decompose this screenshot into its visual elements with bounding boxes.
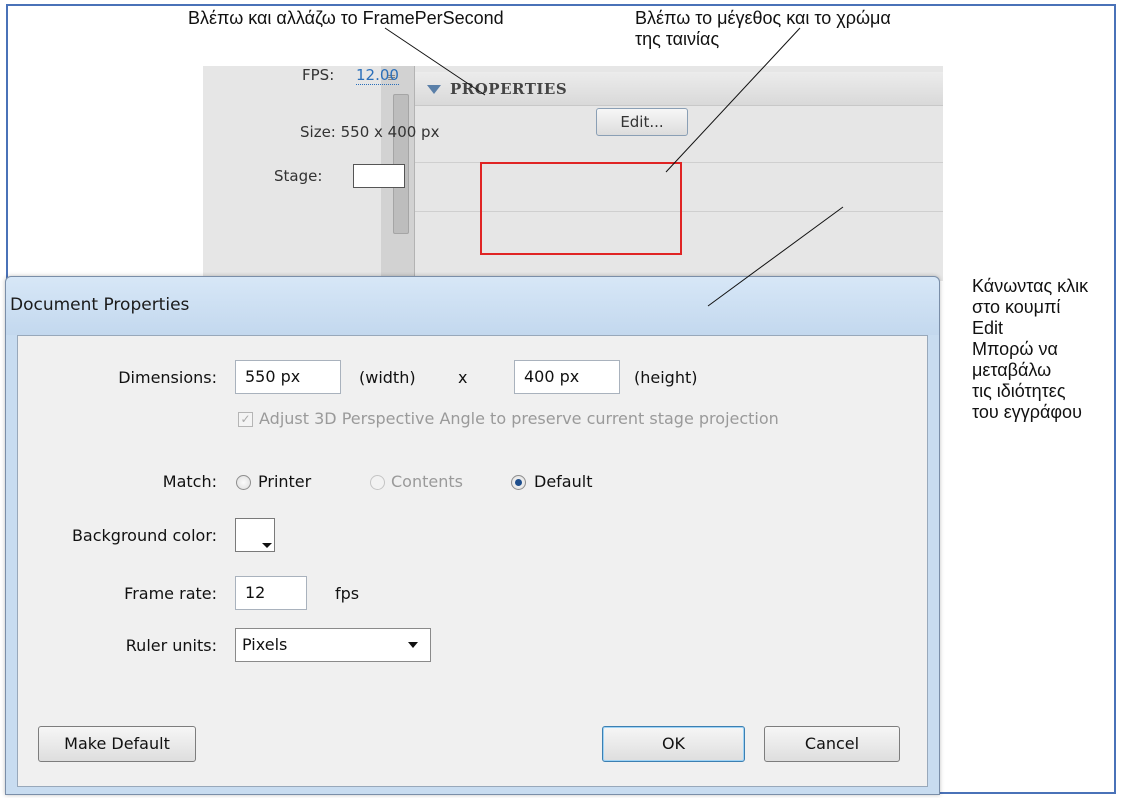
width-input[interactable]: 550 px — [235, 360, 341, 394]
size-annotation: Βλέπω το μέγεθος και το χρώμα της ταινία… — [635, 8, 891, 49]
chevron-down-icon — [408, 642, 418, 648]
ok-button[interactable]: OK — [602, 726, 745, 762]
fps-annotation: Βλέπω και αλλάζω το FramePerSecond — [188, 8, 504, 28]
frame-rate-unit: fps — [335, 584, 360, 603]
dropdown-arrow-icon — [262, 543, 272, 548]
frame-rate-label: Frame rate: — [124, 584, 217, 603]
edit-annotation: Κάνωντας κλικ στο κουμπί Edit Μπορώ να μ… — [972, 276, 1089, 422]
dialog-body: Dimensions: 550 px (width) x 400 px (hei… — [17, 335, 928, 787]
stage-color-swatch[interactable] — [353, 164, 405, 188]
fps-value[interactable]: 12.00 — [356, 66, 399, 85]
document-properties-dialog: Document Properties Dimensions: 550 px (… — [5, 276, 940, 795]
match-default-radio[interactable] — [511, 475, 526, 490]
match-printer-radio[interactable] — [236, 475, 251, 490]
width-suffix: (width) — [359, 368, 416, 387]
background-color-picker[interactable] — [235, 518, 275, 552]
dialog-title: Document Properties — [10, 295, 190, 315]
ruler-units-label: Ruler units: — [125, 636, 217, 655]
match-default-label: Default — [534, 472, 593, 491]
ruler-units-value: Pixels — [242, 635, 288, 654]
height-suffix: (height) — [634, 368, 698, 387]
adjust-3d-label: Adjust 3D Perspective Angle to preserve … — [259, 409, 779, 428]
times-sign: x — [458, 368, 468, 387]
size-readout: Size: 550 x 400 px — [300, 123, 440, 141]
cancel-button[interactable]: Cancel — [764, 726, 900, 762]
properties-section-header[interactable]: PROPERTIES — [415, 72, 943, 106]
match-contents-radio[interactable] — [370, 475, 385, 490]
collapse-triangle-icon[interactable] — [427, 85, 441, 94]
frame-rate-input[interactable]: 12 — [235, 576, 307, 610]
highlight-box — [480, 162, 682, 255]
background-color-label: Background color: — [71, 526, 217, 545]
stage-label: Stage: — [274, 167, 323, 185]
ruler-units-select[interactable]: Pixels — [235, 628, 431, 662]
match-label: Match: — [162, 472, 217, 491]
match-contents-label: Contents — [391, 472, 463, 491]
adjust-3d-checkbox[interactable]: ✓ — [238, 412, 253, 427]
match-printer-label: Printer — [258, 472, 312, 491]
properties-title: PROPERTIES — [450, 80, 568, 98]
dimensions-label: Dimensions: — [118, 368, 217, 387]
dialog-titlebar[interactable]: Document Properties — [6, 277, 939, 335]
height-input[interactable]: 400 px — [514, 360, 620, 394]
edit-button[interactable]: Edit... — [596, 108, 688, 136]
fps-label: FPS: — [302, 66, 335, 84]
make-default-button[interactable]: Make Default — [38, 726, 196, 762]
